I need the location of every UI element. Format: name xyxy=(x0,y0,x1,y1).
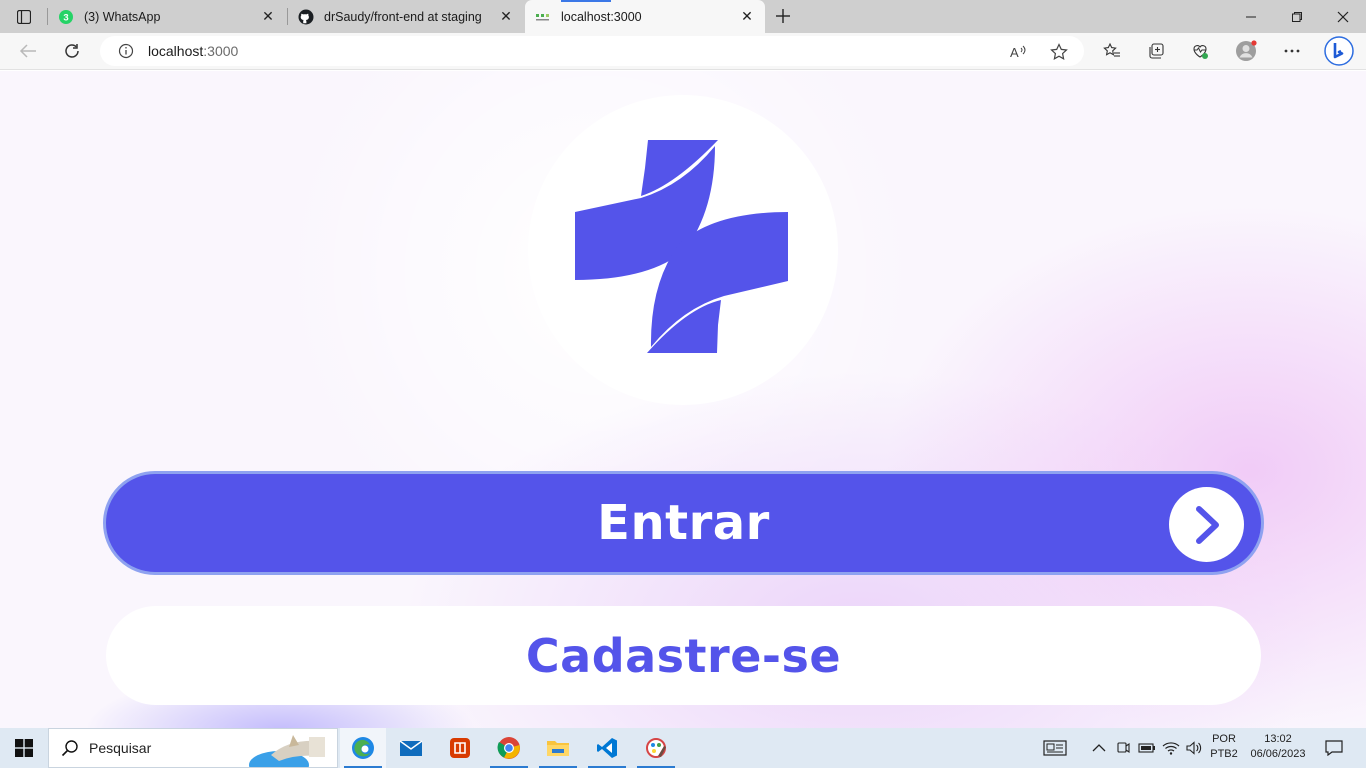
new-tab-button[interactable] xyxy=(770,4,796,28)
clock-time: 13:02 xyxy=(1264,733,1292,745)
news-widget-icon[interactable] xyxy=(1043,739,1067,757)
windows-taskbar: Pesquisar POR PTB2 13:02 06/06/2023 xyxy=(0,728,1366,768)
close-window-button[interactable] xyxy=(1320,0,1366,33)
address-bar[interactable]: localhost:3000 A xyxy=(100,36,1084,66)
chevron-up-icon[interactable] xyxy=(1090,739,1108,757)
mail-taskbar-icon[interactable] xyxy=(388,728,434,768)
favorites-icon[interactable] xyxy=(1097,37,1127,65)
close-icon[interactable]: ✕ xyxy=(260,8,276,25)
clock-date: 06/06/2023 xyxy=(1250,748,1306,760)
more-options-icon[interactable] xyxy=(1277,37,1307,65)
minimize-button[interactable] xyxy=(1228,0,1274,33)
enter-button-label: Entrar xyxy=(597,495,770,551)
browser-toolbar: localhost:3000 A xyxy=(0,33,1366,70)
taskbar-search-input[interactable]: Pesquisar xyxy=(48,728,338,768)
site-info-icon[interactable] xyxy=(118,43,134,59)
search-highlight-illustration xyxy=(249,735,325,767)
edge-taskbar-icon[interactable] xyxy=(340,728,386,768)
localhost-favicon xyxy=(535,9,551,25)
file-explorer-taskbar-icon[interactable] xyxy=(535,728,581,768)
signup-button-label: Cadastre-se xyxy=(525,628,842,683)
url-text: localhost:3000 xyxy=(148,43,238,59)
refresh-button[interactable] xyxy=(57,37,87,65)
browser-tab-strip: 3 (3) WhatsApp ✕ drSaudy/front-end at st… xyxy=(0,0,1366,33)
clock[interactable]: 13:02 06/06/2023 xyxy=(1244,732,1312,762)
favorite-star-icon[interactable] xyxy=(1050,43,1068,61)
back-button[interactable] xyxy=(13,37,43,65)
notification-center-icon[interactable] xyxy=(1324,739,1344,757)
volume-icon[interactable] xyxy=(1185,739,1203,757)
bing-copilot-icon[interactable] xyxy=(1322,35,1356,67)
url-port: :3000 xyxy=(203,43,239,59)
tab-whatsapp[interactable]: 3 (3) WhatsApp ✕ xyxy=(48,0,286,33)
page-viewport: Entrar Cadastre-se xyxy=(0,71,1366,728)
url-host: localhost xyxy=(148,43,204,59)
vscode-taskbar-icon[interactable] xyxy=(584,728,630,768)
close-icon[interactable]: ✕ xyxy=(739,8,755,25)
meet-now-icon[interactable] xyxy=(1114,739,1132,757)
battery-icon[interactable] xyxy=(1138,739,1156,757)
input-language-indicator[interactable]: POR PTB2 xyxy=(1208,732,1240,762)
keyboard-layout: PTB2 xyxy=(1210,748,1238,760)
wifi-icon[interactable] xyxy=(1162,739,1180,757)
tab-title: localhost:3000 xyxy=(561,9,642,24)
collections-icon[interactable] xyxy=(1141,37,1171,65)
language-code: POR xyxy=(1212,733,1236,745)
tab-github[interactable]: drSaudy/front-end at staging ✕ xyxy=(288,0,524,33)
search-icon xyxy=(61,739,79,757)
chrome-taskbar-icon[interactable] xyxy=(486,728,532,768)
medical-cross-logo xyxy=(575,140,788,353)
restore-button[interactable] xyxy=(1274,0,1320,33)
github-icon xyxy=(298,9,314,25)
enter-button[interactable]: Entrar xyxy=(103,471,1264,575)
office-taskbar-icon[interactable] xyxy=(437,728,483,768)
tab-actions-icon[interactable] xyxy=(8,5,40,29)
signup-button[interactable]: Cadastre-se xyxy=(106,606,1261,705)
browser-essentials-icon[interactable] xyxy=(1185,37,1215,65)
read-aloud-icon[interactable]: A xyxy=(1010,43,1028,61)
tab-title: (3) WhatsApp xyxy=(84,9,161,24)
tab-title: drSaudy/front-end at staging xyxy=(324,9,482,24)
windows-start-icon[interactable] xyxy=(0,728,48,768)
whatsapp-icon: 3 xyxy=(58,9,74,25)
profile-avatar[interactable] xyxy=(1231,37,1261,65)
svg-text:A: A xyxy=(1010,45,1019,60)
tab-localhost[interactable]: localhost:3000 ✕ xyxy=(525,0,765,33)
search-placeholder: Pesquisar xyxy=(89,740,152,756)
whatsapp-badge-count: 3 xyxy=(63,12,68,23)
paint-taskbar-icon[interactable] xyxy=(633,728,679,768)
close-icon[interactable]: ✕ xyxy=(498,8,514,25)
chevron-right-icon xyxy=(1169,487,1244,562)
